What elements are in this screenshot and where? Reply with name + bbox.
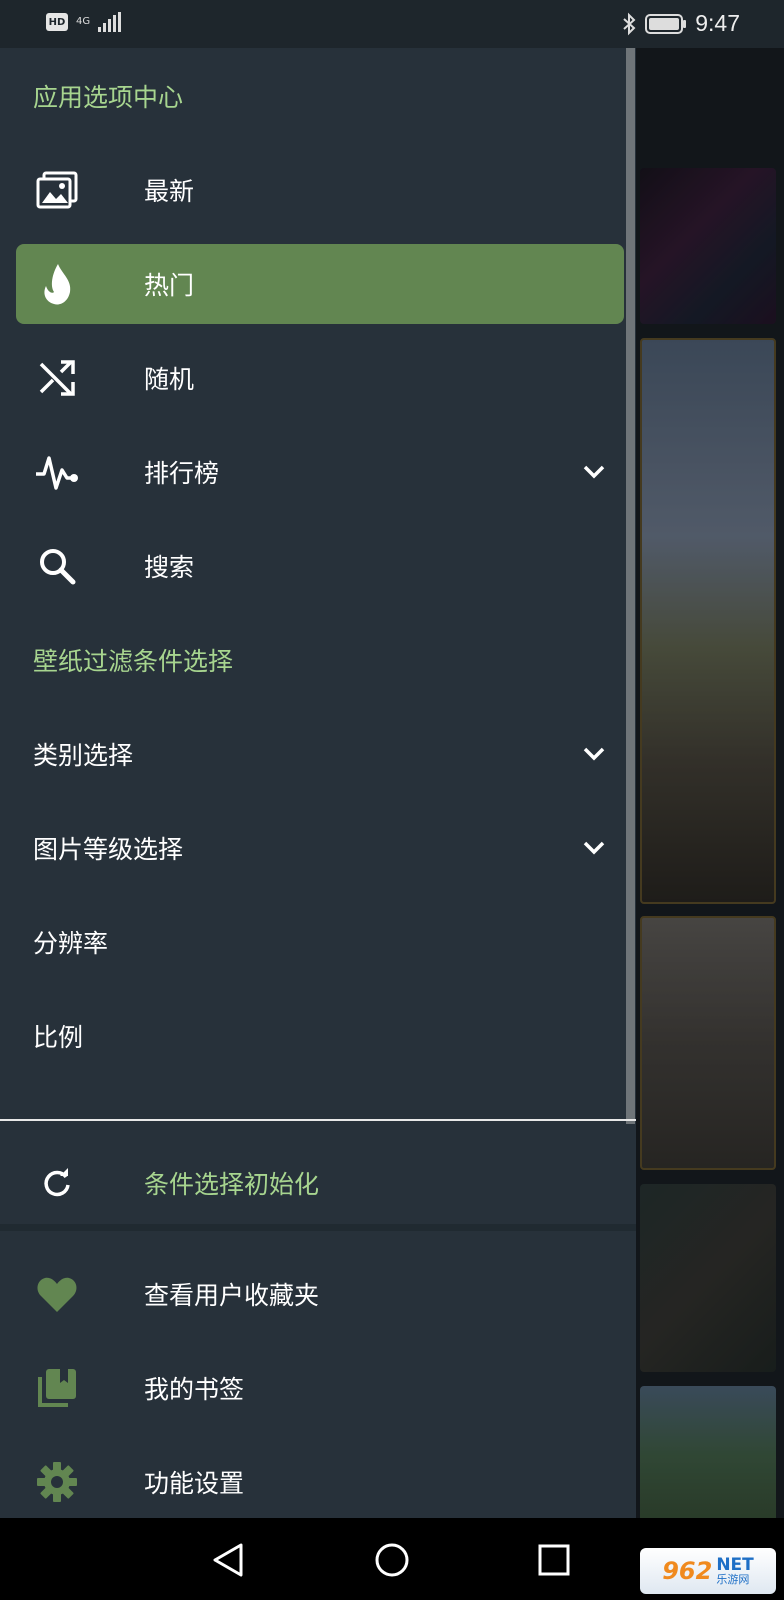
filter-label: 类别选择 <box>33 741 134 770</box>
status-left: HD 4G <box>46 12 122 32</box>
home-button[interactable] <box>368 1536 416 1584</box>
status-bar: HD 4G 9:47 <box>0 0 784 48</box>
section-separator <box>0 1224 636 1231</box>
menu-item-random[interactable]: 随机 <box>16 338 624 418</box>
filter-resolution[interactable]: 分辨率 <box>16 902 624 982</box>
drawer-scrim[interactable] <box>626 48 784 1518</box>
menu-item-label: 最新 <box>144 177 195 206</box>
refresh-icon <box>34 1160 80 1206</box>
filter-label: 图片等级选择 <box>33 835 184 864</box>
menu-item-user-favorites[interactable]: 查看用户收藏夹 <box>16 1254 624 1334</box>
drawer-scrollbar[interactable] <box>626 48 635 1124</box>
chevron-down-icon[interactable] <box>580 458 608 486</box>
filter-label: 分辨率 <box>33 929 109 958</box>
pulse-icon <box>34 449 80 495</box>
drawer-header-title: 应用选项中心 <box>33 83 184 112</box>
menu-item-label: 查看用户收藏夹 <box>144 1281 320 1310</box>
home-circle-icon <box>375 1543 409 1577</box>
signal-strength-icon <box>98 12 122 32</box>
watermark-site-name: 乐游网 <box>716 1573 750 1586</box>
shuffle-icon <box>34 355 80 401</box>
back-button[interactable] <box>204 1536 252 1584</box>
menu-item-ranking[interactable]: 排行榜 <box>16 432 624 512</box>
bluetooth-icon <box>623 12 636 35</box>
watermark-net: NET <box>716 1555 754 1575</box>
bookmarks-icon <box>34 1365 80 1411</box>
images-icon <box>34 167 80 213</box>
back-triangle-icon <box>213 1543 243 1577</box>
menu-item-label: 排行榜 <box>144 459 220 488</box>
hd-badge-icon: HD <box>46 13 68 31</box>
navigation-drawer: 应用选项中心 最新 热门 随机 排行榜 搜索 壁纸过滤条件选择 类别选择 图片等… <box>0 48 636 1518</box>
battery-icon <box>645 13 687 34</box>
status-right: 9:47 <box>621 10 740 37</box>
site-watermark-logo: 962 NET 乐游网 <box>640 1548 776 1594</box>
clock: 9:47 <box>695 10 740 36</box>
heart-icon <box>34 1271 80 1317</box>
search-icon <box>34 543 80 589</box>
watermark-number: 962 <box>662 1557 713 1585</box>
filter-purity-level[interactable]: 图片等级选择 <box>16 808 624 888</box>
network-type-label: 4G <box>76 16 91 27</box>
recents-button[interactable] <box>530 1536 578 1584</box>
menu-item-label: 搜索 <box>144 553 195 582</box>
menu-item-label: 我的书签 <box>144 1375 245 1404</box>
menu-item-label: 功能设置 <box>144 1469 245 1498</box>
flame-icon <box>34 261 80 307</box>
menu-item-label: 热门 <box>144 271 195 300</box>
filter-category[interactable]: 类别选择 <box>16 714 624 794</box>
menu-item-latest[interactable]: 最新 <box>16 150 624 230</box>
chevron-down-icon[interactable] <box>580 834 608 862</box>
watermark-text: NET 乐游网 <box>716 1555 754 1586</box>
divider <box>0 1119 636 1121</box>
filter-label: 比例 <box>33 1023 84 1052</box>
filter-section-title: 壁纸过滤条件选择 <box>33 647 234 676</box>
menu-item-settings[interactable]: 功能设置 <box>16 1442 624 1522</box>
menu-item-search[interactable]: 搜索 <box>16 526 624 606</box>
menu-item-hot[interactable]: 热门 <box>16 244 624 324</box>
chevron-down-icon[interactable] <box>580 740 608 768</box>
reset-filters-button[interactable]: 条件选择初始化 <box>16 1143 624 1223</box>
recents-square-icon <box>538 1544 570 1576</box>
gear-icon <box>34 1459 80 1505</box>
menu-item-label: 随机 <box>144 365 195 394</box>
menu-item-bookmarks[interactable]: 我的书签 <box>16 1348 624 1428</box>
reset-filters-label: 条件选择初始化 <box>144 1170 320 1199</box>
filter-ratio[interactable]: 比例 <box>16 996 624 1076</box>
